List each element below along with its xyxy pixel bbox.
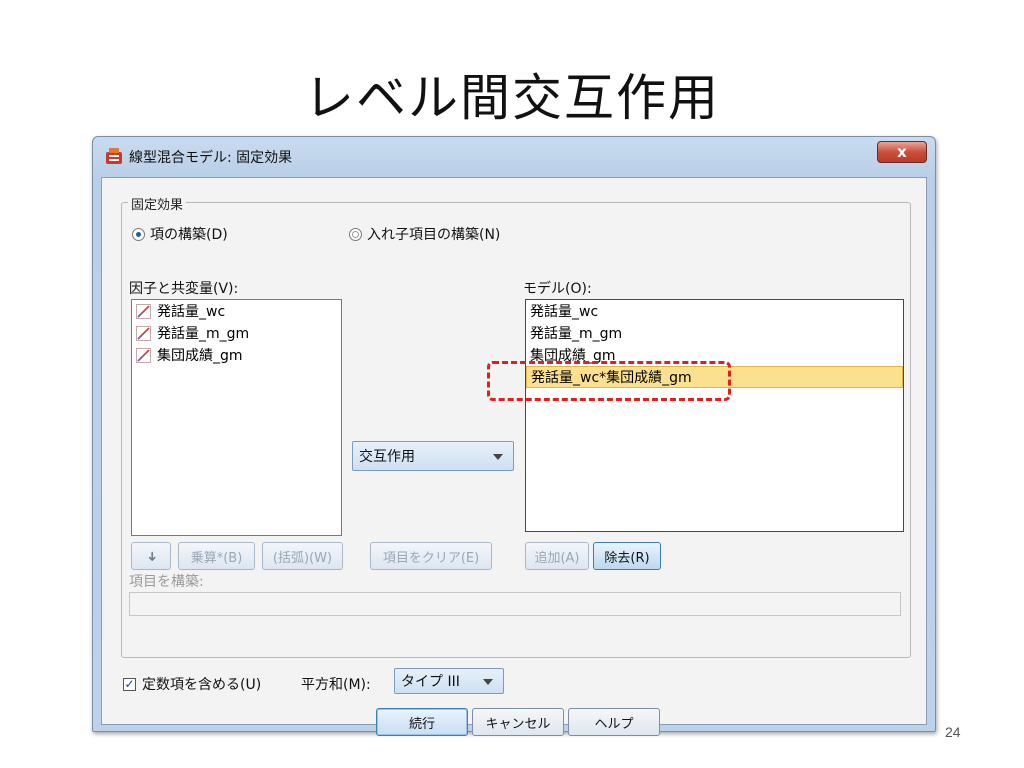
sum-of-squares-label: 平方和(M): — [301, 677, 371, 693]
chevron-down-icon — [493, 454, 503, 460]
factor-label: 集団成績_gm — [157, 348, 243, 364]
model-label: モデル(O): — [523, 281, 592, 297]
scale-variable-icon — [136, 325, 151, 341]
sum-of-squares-value: タイプ III — [401, 674, 460, 690]
list-item[interactable]: 発話量_m_gm — [132, 322, 341, 344]
scale-variable-icon — [136, 303, 151, 319]
scale-variable-icon — [136, 347, 151, 363]
fixed-effects-dialog: 線型混合モデル: 固定効果 x 固定効果 項の構築(D) 入れ子項目の構築(N)… — [92, 136, 936, 736]
chevron-down-icon — [483, 679, 493, 685]
radio-unselected-icon — [349, 227, 362, 241]
factor-label: 発話量_wc — [157, 304, 226, 320]
list-item[interactable]: 発話量_wc — [132, 300, 341, 322]
group-label: 固定効果 — [128, 194, 187, 213]
move-term-button[interactable]: ➜ — [131, 542, 171, 570]
dialog-app-icon — [106, 148, 122, 164]
factors-list[interactable]: 発話量_wc 発話量_m_gm 集団成績_gm — [131, 299, 342, 536]
build-term-field[interactable] — [129, 592, 901, 616]
close-button[interactable]: x — [877, 141, 927, 163]
list-item[interactable]: 集団成績_gm — [132, 344, 341, 366]
factors-label: 因子と共変量(V): — [129, 281, 239, 297]
multiply-button[interactable]: 乗算*(B) — [178, 542, 255, 570]
factor-label: 発話量_m_gm — [157, 326, 250, 342]
radio-build-terms-label: 項の構築(D) — [150, 227, 228, 243]
checkmark-icon: ✓ — [123, 676, 136, 691]
help-button[interactable]: ヘルプ — [568, 708, 660, 736]
radio-build-terms[interactable]: 項の構築(D) — [132, 224, 228, 244]
list-item[interactable]: 発話量_m_gm — [526, 322, 903, 344]
include-intercept-label: 定数項を含める(U) — [142, 677, 262, 693]
remove-button[interactable]: 除去(R) — [593, 542, 661, 570]
highlight-annotation — [487, 361, 731, 401]
clear-term-button[interactable]: 項目をクリア(E) — [370, 542, 492, 570]
dialog-client-area: 固定効果 項の構築(D) 入れ子項目の構築(N) 因子と共変量(V): 発話量_… — [101, 177, 927, 736]
continue-button[interactable]: 続行 — [376, 708, 468, 736]
model-term-label: 発話量_m_gm — [530, 326, 623, 342]
arrow-down-icon: ➜ — [143, 550, 159, 562]
radio-nested-terms-label: 入れ子項目の構築(N) — [367, 227, 501, 243]
add-button[interactable]: 追加(A) — [525, 542, 589, 570]
dialog-title: 線型混合モデル: 固定効果 — [129, 150, 293, 166]
cancel-button[interactable]: キャンセル — [472, 708, 564, 736]
title-bar: 線型混合モデル: 固定効果 x — [93, 137, 935, 177]
interaction-type-value: 交互作用 — [359, 449, 415, 465]
interaction-type-combo[interactable]: 交互作用 — [352, 441, 514, 471]
build-term-label: 項目を構築: — [129, 574, 204, 590]
slide-title: レベル間交互作用 — [304, 69, 720, 127]
include-intercept-checkbox[interactable]: ✓ 定数項を含める(U) — [123, 674, 261, 694]
slide-page-number: 24 — [945, 724, 961, 740]
list-item[interactable]: 発話量_wc — [526, 300, 903, 322]
model-term-label: 発話量_wc — [530, 304, 599, 320]
model-terms-list[interactable]: 発話量_wc 発話量_m_gm 集団成績_gm 発話量_wc*集団成績_gm — [525, 299, 904, 532]
sum-of-squares-combo[interactable]: タイプ III — [394, 668, 504, 694]
radio-nested-terms[interactable]: 入れ子項目の構築(N) — [349, 224, 500, 244]
parentheses-button[interactable]: (括弧)(W) — [262, 542, 343, 570]
radio-selected-icon — [132, 227, 145, 241]
